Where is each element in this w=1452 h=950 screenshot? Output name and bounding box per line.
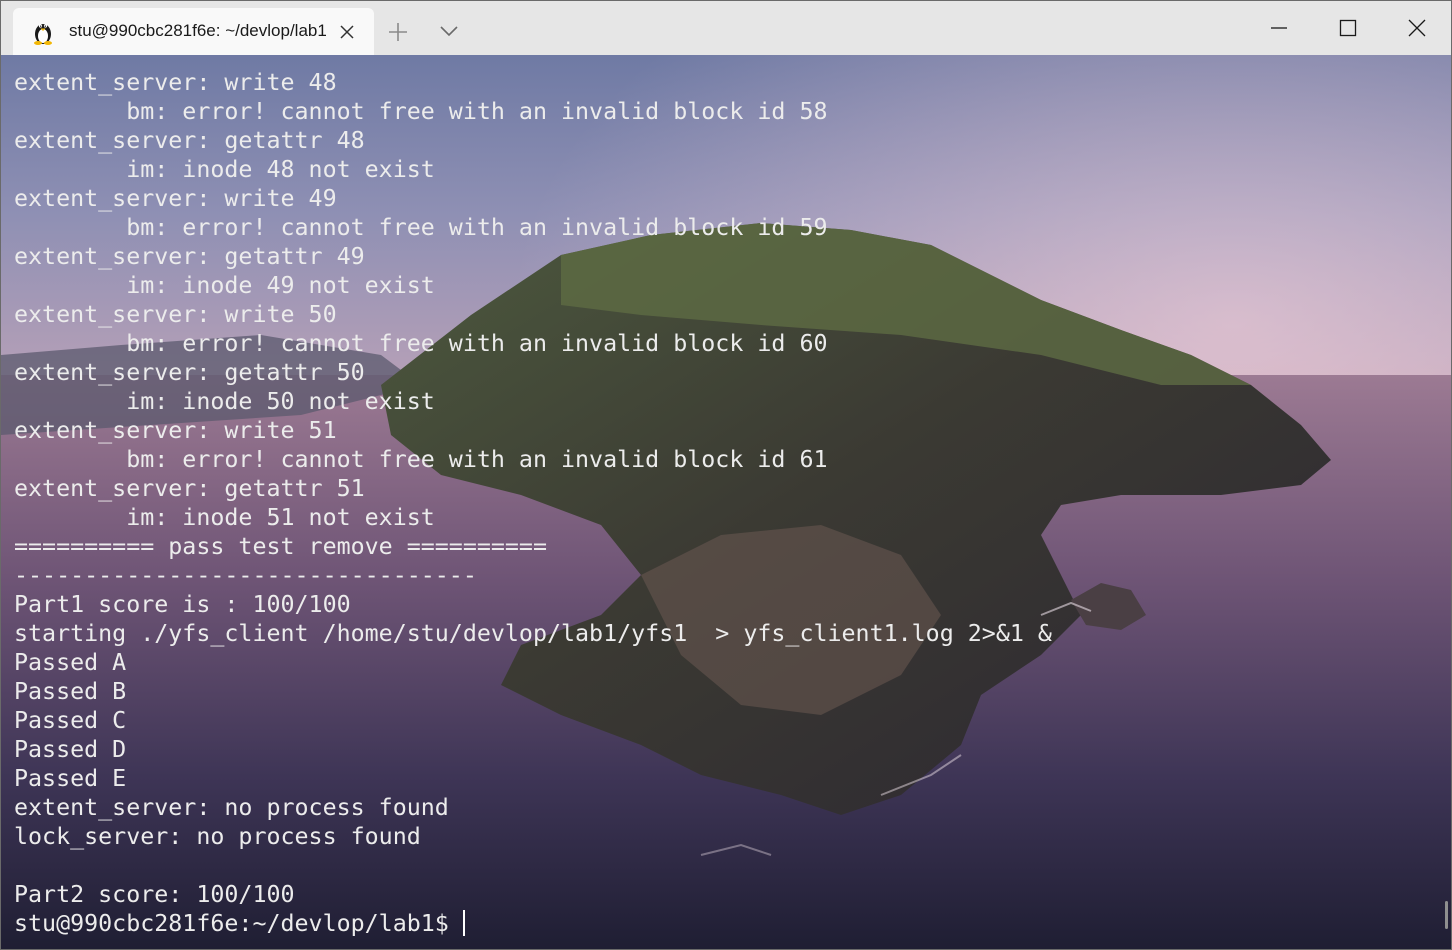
minimize-button[interactable] <box>1245 1 1313 55</box>
terminal-line: extent_server: getattr 51 <box>14 475 365 502</box>
tab-terminal[interactable]: stu@990cbc281f6e: ~/devlop/lab1 <box>13 8 374 55</box>
terminal-line: bm: error! cannot free with an invalid b… <box>14 330 828 357</box>
scrollbar-thumb[interactable] <box>1445 901 1448 929</box>
terminal-line: --------------------------------- <box>14 562 477 589</box>
terminal-output: extent_server: write 48 bm: error! canno… <box>14 68 1052 938</box>
new-tab-plus-icon[interactable] <box>387 21 409 43</box>
close-icon <box>1408 19 1426 37</box>
terminal-line: lock_server: no process found <box>14 823 421 850</box>
terminal-line: im: inode 48 not exist <box>14 156 435 183</box>
terminal-line: bm: error! cannot free with an invalid b… <box>14 214 828 241</box>
terminal-line: Part2 score: 100/100 <box>14 881 295 908</box>
terminal-line: extent_server: no process found <box>14 794 449 821</box>
terminal-line: Part1 score is : 100/100 <box>14 591 351 618</box>
terminal-line: bm: error! cannot free with an invalid b… <box>14 446 828 473</box>
maximize-button[interactable] <box>1314 1 1382 55</box>
terminal-line: extent_server: write 49 <box>14 185 337 212</box>
minimize-icon <box>1271 27 1287 29</box>
maximize-icon <box>1339 19 1357 37</box>
terminal-line: im: inode 50 not exist <box>14 388 435 415</box>
terminal-window: stu@990cbc281f6e: ~/devlop/lab1 extent_s… <box>0 0 1452 950</box>
chevron-down-icon[interactable] <box>439 23 459 39</box>
close-window-button[interactable] <box>1383 1 1451 55</box>
terminal-line: extent_server: getattr 48 <box>14 127 365 154</box>
terminal-line: extent_server: getattr 49 <box>14 243 365 270</box>
linux-penguin-icon <box>31 19 55 45</box>
terminal-line: Passed B <box>14 678 127 705</box>
terminal-line: extent_server: write 51 <box>14 417 337 444</box>
terminal-line: extent_server: getattr 50 <box>14 359 365 386</box>
terminal-line: extent_server: write 48 <box>14 69 337 96</box>
tab-title: stu@990cbc281f6e: ~/devlop/lab1 <box>69 21 327 40</box>
text-cursor <box>462 910 465 936</box>
title-bar[interactable]: stu@990cbc281f6e: ~/devlop/lab1 <box>1 1 1451 55</box>
terminal-prompt-line[interactable]: stu@990cbc281f6e:~/devlop/lab1$ <box>14 909 1052 938</box>
shell-prompt: stu@990cbc281f6e:~/devlop/lab1$ <box>14 910 449 937</box>
terminal-line: Passed C <box>14 707 127 734</box>
terminal-pane[interactable]: extent_server: write 48 bm: error! canno… <box>1 55 1451 949</box>
terminal-line: Passed D <box>14 736 127 763</box>
terminal-line: extent_server: write 50 <box>14 301 337 328</box>
terminal-line: starting ./yfs_client /home/stu/devlop/l… <box>14 620 1052 647</box>
terminal-line: im: inode 51 not exist <box>14 504 435 531</box>
terminal-line: im: inode 49 not exist <box>14 272 435 299</box>
terminal-line: Passed A <box>14 649 127 676</box>
terminal-line: ========== pass test remove ========== <box>14 533 547 560</box>
terminal-line: Passed E <box>14 765 127 792</box>
terminal-line: bm: error! cannot free with an invalid b… <box>14 98 828 125</box>
close-tab-icon[interactable] <box>337 22 357 42</box>
